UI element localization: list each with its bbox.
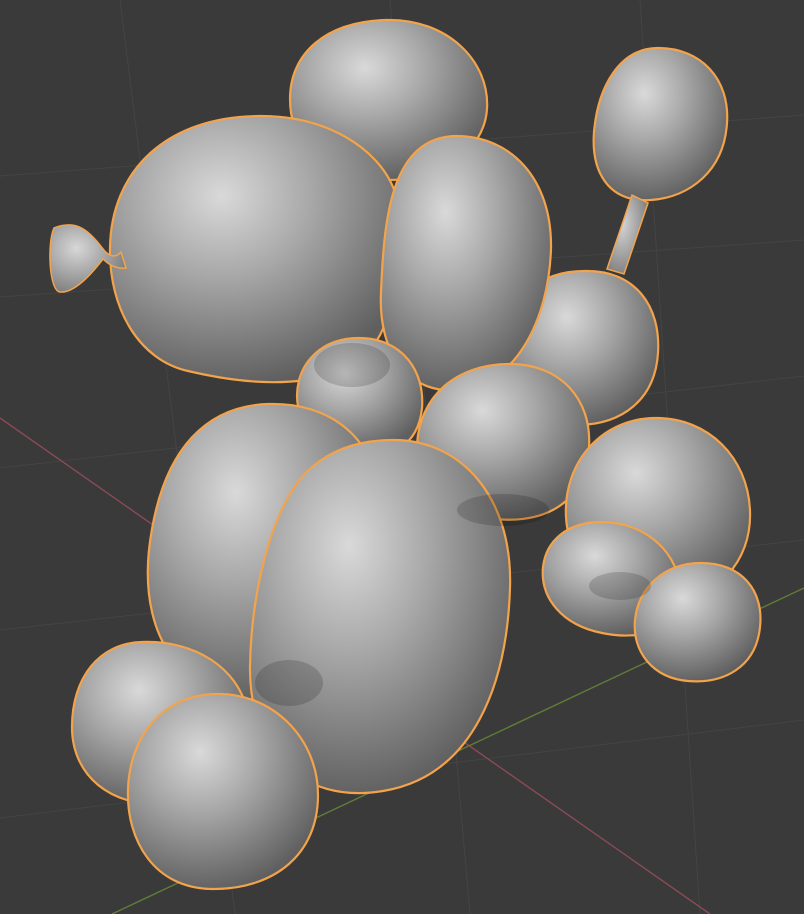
neck-shadow — [314, 343, 390, 387]
rear-shadow — [589, 572, 651, 600]
viewport-canvas[interactable] — [0, 0, 804, 914]
balloon-tail-tip[interactable] — [592, 46, 729, 202]
body-shadow — [457, 494, 549, 526]
3d-viewport[interactable] — [0, 0, 804, 914]
tail-stem[interactable] — [606, 193, 649, 275]
leg-shadow — [255, 660, 323, 706]
balloon-foot-right[interactable] — [126, 692, 320, 891]
balloon-rear-foot[interactable] — [633, 561, 762, 683]
balloon-dog-model[interactable] — [49, 18, 762, 891]
